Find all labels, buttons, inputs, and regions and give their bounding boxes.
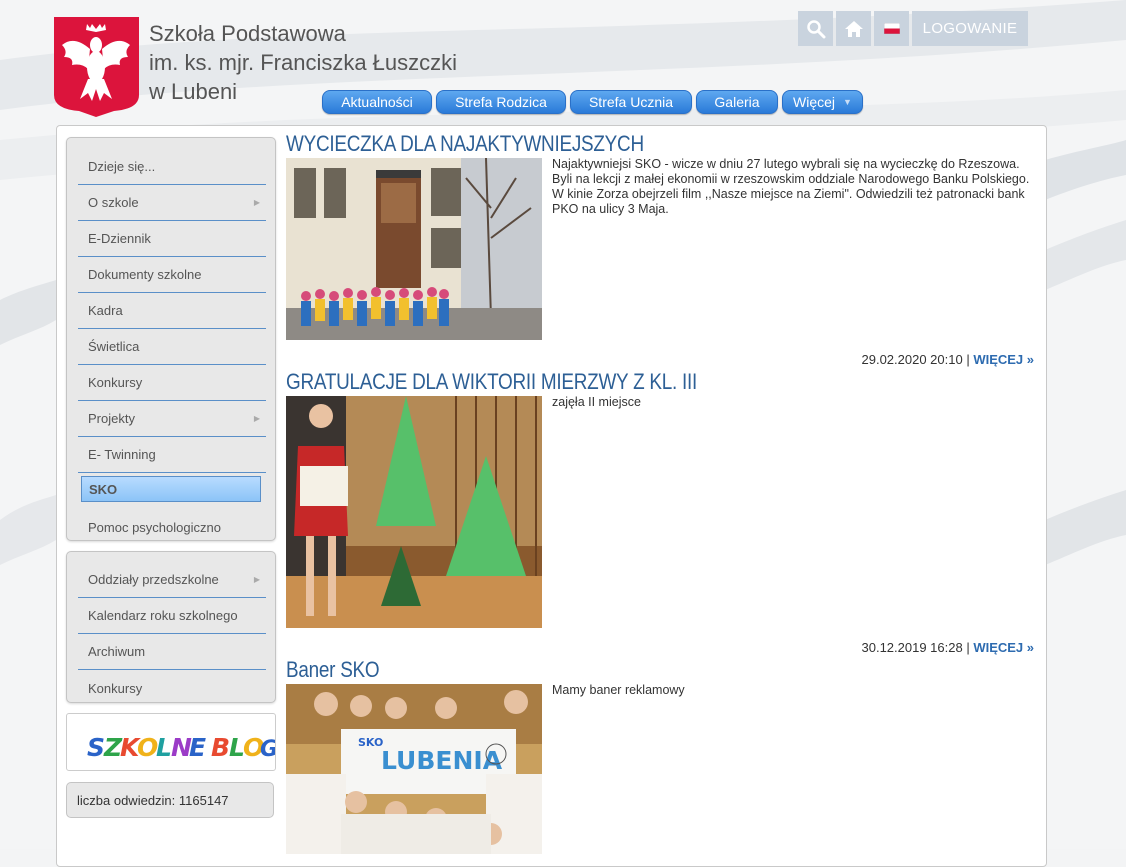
school-blogs-logo: S Z K O L N E B L O G — [87, 733, 278, 762]
poland-flag-icon — [883, 23, 900, 34]
sidebar-item-label: E- Twinning — [88, 447, 156, 462]
sidebar-item-label: Pomoc psychologiczno — [88, 519, 221, 535]
sidebar-item-label: Świetlica — [88, 339, 140, 354]
sidebar-item-kadra[interactable]: Kadra — [78, 293, 266, 329]
main-nav: Aktualności Strefa Rodzica Strefa Ucznia… — [322, 90, 863, 114]
login-button[interactable]: LOGOWANIE — [912, 11, 1028, 46]
read-more-link[interactable]: WIĘCEJ » — [973, 640, 1034, 655]
article-meta: 30.12.2019 16:28 | WIĘCEJ » — [862, 640, 1035, 655]
sidebar-item-label: E-Dziennik — [88, 231, 151, 246]
article-2: GRATULACJE DLA WIKTORII MIERZWY Z KL. II… — [286, 369, 1036, 659]
sidebar-item-konkursy-2[interactable]: Konkursy — [78, 670, 266, 706]
svg-text:B: B — [211, 733, 230, 762]
sidebar-item-archiwum[interactable]: Archiwum — [78, 634, 266, 670]
sidebar-item-label: Konkursy — [88, 680, 143, 696]
sidebar-item-kalendarz[interactable]: Kalendarz roku szkolnego — [78, 598, 266, 634]
award-photo — [286, 396, 542, 628]
sidebar-item-konkursy[interactable]: Konkursy — [78, 365, 266, 401]
chevron-right-icon: ▶ — [253, 414, 260, 423]
sko-banner-photo: SKO LUBENIA — [286, 684, 542, 854]
sidebar-menu-secondary: Oddziały przedszkolne ▶ Kalendarz roku sz… — [66, 551, 276, 703]
svg-text:E: E — [189, 733, 206, 762]
sidebar-item-label: SKO — [89, 481, 118, 497]
article-photo[interactable] — [286, 158, 542, 340]
sidebar-item-dzieje-sie[interactable]: Dzieje się... — [78, 149, 266, 185]
article-3: Baner SKO SKO LUBENIA Mamy baner reklamo… — [286, 657, 1036, 854]
home-button[interactable] — [836, 11, 871, 46]
sidebar-item-label: Dokumenty szkolne — [88, 267, 202, 282]
nav-label: Strefa Ucznia — [588, 94, 674, 110]
article-excerpt: Najaktywniejsi SKO - wicze w dniu 27 lut… — [552, 157, 1030, 216]
nav-galeria[interactable]: Galeria — [696, 90, 778, 114]
article-excerpt: Mamy baner reklamowy — [552, 683, 685, 697]
article-meta: 29.02.2020 20:10 | WIĘCEJ » — [862, 352, 1035, 367]
article-1: WYCIECZKA DLA NAJAKTYWNIEJSZYCH Najaktyw… — [286, 131, 1036, 371]
article-excerpt: zajęła II miejsce — [552, 395, 641, 409]
sidebar-item-oddzialy-przedszkolne[interactable]: Oddziały przedszkolne ▶ — [78, 562, 266, 598]
nav-label: Aktualności — [341, 94, 413, 110]
sidebar-item-label: Oddziały przedszkolne — [88, 572, 219, 587]
poland-emblem-logo[interactable] — [54, 17, 139, 117]
sidebar-item-pomoc-psychologiczna[interactable]: Pomoc psychologiczno — [78, 509, 266, 545]
nav-strefa-rodzica[interactable]: Strefa Rodzica — [436, 90, 566, 114]
banner-small-text: SKO — [358, 736, 383, 749]
chevron-down-icon: ▼ — [843, 97, 852, 107]
nav-label: Więcej — [793, 94, 836, 110]
top-toolbar: LOGOWANIE — [798, 11, 1028, 46]
nav-aktualnosci[interactable]: Aktualności — [322, 90, 432, 114]
school-name-line-2: im. ks. mjr. Franciszka Łuszczki — [149, 50, 458, 75]
nav-wiecej[interactable]: Więcej ▼ — [782, 90, 863, 114]
svg-text:G: G — [260, 737, 275, 762]
sidebar-item-label: Dzieje się... — [88, 159, 156, 174]
school-blogs-banner[interactable]: S Z K O L N E B L O G — [66, 713, 278, 771]
banner-big-text: LUBENIA — [381, 746, 503, 775]
chevron-right-icon: ▶ — [253, 198, 260, 207]
eagle-emblem-icon — [54, 17, 139, 117]
sidebar-item-swietlica[interactable]: Świetlica — [78, 329, 266, 365]
nav-strefa-ucznia[interactable]: Strefa Ucznia — [570, 90, 692, 114]
article-title[interactable]: GRATULACJE DLA WIKTORII MIERZWY Z KL. II… — [286, 369, 931, 395]
sidebar-item-sko[interactable]: SKO — [81, 476, 261, 502]
sidebar-item-e-twinning[interactable]: E- Twinning — [78, 437, 266, 473]
svg-text:L: L — [156, 733, 172, 762]
search-icon — [806, 19, 825, 38]
article-photo[interactable]: SKO LUBENIA — [286, 684, 542, 854]
sidebar-item-label: Archiwum — [88, 644, 146, 659]
school-trip-photo — [286, 158, 542, 340]
visit-counter: liczba odwiedzin: 1165147 — [66, 782, 274, 818]
read-more-link[interactable]: WIĘCEJ » — [973, 352, 1034, 367]
article-photo[interactable] — [286, 396, 542, 628]
sidebar-item-label: Konkursy — [88, 375, 143, 390]
sidebar-menu-main: Dzieje się... O szkole ▶ E-Dziennik Dokum… — [66, 137, 276, 541]
search-button[interactable] — [798, 11, 833, 46]
article-title[interactable]: Baner SKO — [286, 657, 931, 683]
article-date: 30.12.2019 16:28 | — [861, 640, 974, 655]
sidebar-item-label: O szkole — [88, 195, 139, 210]
home-icon — [844, 20, 863, 37]
svg-text:S: S — [87, 733, 105, 762]
article-title[interactable]: WYCIECZKA DLA NAJAKTYWNIEJSZYCH — [286, 131, 931, 157]
language-button[interactable] — [874, 11, 909, 46]
sidebar-item-label: Kadra — [88, 303, 123, 318]
chevron-right-icon: ▶ — [253, 575, 260, 584]
school-name-line-1: Szkoła Podstawowa — [149, 21, 346, 46]
nav-label: Strefa Rodzica — [455, 94, 547, 110]
sidebar-item-label: Projekty — [88, 411, 135, 426]
site-header: Szkoła Podstawowa im. ks. mjr. Franciszk… — [0, 0, 1126, 125]
nav-label: Galeria — [714, 94, 760, 110]
sidebar-item-o-szkole[interactable]: O szkole ▶ — [78, 185, 266, 221]
sidebar-item-projekty[interactable]: Projekty ▶ — [78, 401, 266, 437]
sidebar-item-dokumenty[interactable]: Dokumenty szkolne — [78, 257, 266, 293]
sidebar-item-label: Kalendarz roku szkolnego — [88, 608, 238, 623]
sidebar-item-e-dziennik[interactable]: E-Dziennik — [78, 221, 266, 257]
article-date: 29.02.2020 20:10 | — [861, 352, 974, 367]
